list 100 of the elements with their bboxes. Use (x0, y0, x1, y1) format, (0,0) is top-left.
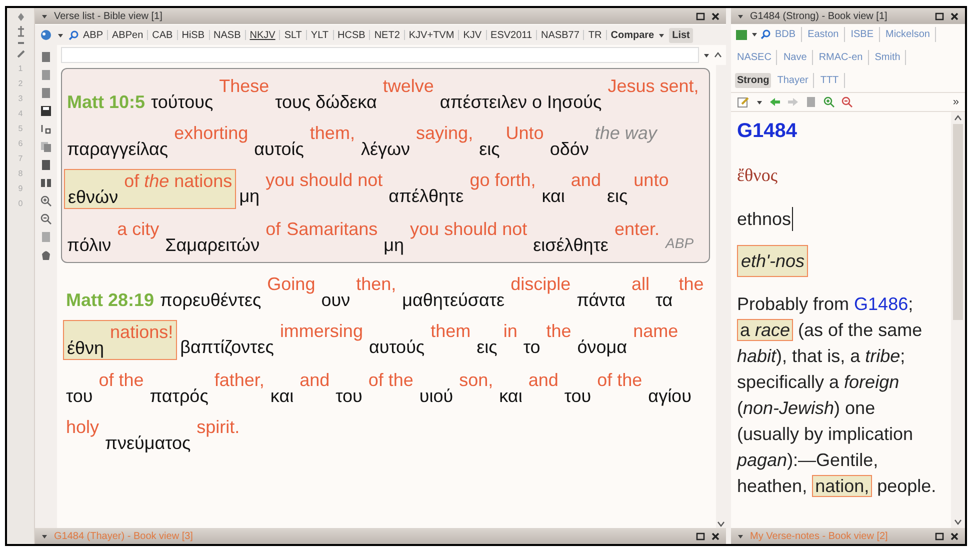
caret-icon[interactable] (703, 52, 710, 58)
maximize-icon[interactable] (935, 532, 944, 540)
gloss-text: them, (310, 122, 355, 144)
gloss-text: Unto (506, 122, 544, 144)
greek-word: οδόν (550, 138, 589, 160)
panel-title: My Verse-notes - Book view [2] (750, 530, 889, 544)
zoom-out-icon[interactable] (841, 96, 853, 108)
greek-word: εις (606, 185, 628, 207)
caret-icon[interactable] (756, 98, 763, 106)
page-icon[interactable] (40, 87, 52, 99)
gloss-text: Going (267, 273, 316, 295)
gloss-text: you should not (410, 218, 528, 240)
translation-link[interactable]: SLT (284, 28, 302, 42)
back-arrow-icon[interactable] (769, 97, 781, 107)
maximize-icon[interactable] (935, 12, 944, 20)
strong-link[interactable]: G1486 (854, 294, 908, 314)
translation-link[interactable]: YLT (310, 28, 329, 42)
greek-word: παραγγείλας (67, 138, 168, 160)
translation-link[interactable]: NASB (214, 28, 241, 42)
greek-word: εθνών (68, 186, 118, 208)
gloss-text: in (503, 320, 518, 342)
greek-word: ουν (321, 289, 350, 311)
gloss-text: spirit. (196, 416, 240, 438)
translation-link[interactable]: TR (588, 28, 602, 42)
greek-word: πάντα (576, 289, 626, 311)
caret-icon[interactable] (751, 31, 758, 38)
greek-word: του (336, 385, 362, 407)
caret-icon[interactable] (57, 32, 64, 38)
zoom-in-icon[interactable] (40, 195, 52, 207)
caret-icon[interactable] (737, 532, 744, 540)
gloss-text: disciple (510, 273, 571, 295)
gloss-text: nations! (110, 321, 174, 343)
gloss-text: the (546, 320, 572, 342)
scroll-up-icon[interactable] (954, 114, 962, 122)
greek-word: του (564, 385, 592, 407)
greek-word: του (66, 385, 93, 407)
transliteration: ethnos (737, 207, 794, 231)
greek-word: αυτοίς (254, 138, 304, 160)
greek-word: εις (479, 138, 500, 160)
compare-dropdown[interactable]: Compare (610, 28, 654, 42)
save-icon[interactable] (40, 105, 52, 117)
maximize-icon[interactable] (696, 532, 705, 540)
gloss-text: saying, (416, 122, 474, 144)
caret-icon[interactable] (41, 12, 48, 20)
scroll-down-icon[interactable] (717, 520, 725, 528)
verse-reference: Matt 28:19 (66, 289, 154, 311)
gloss-text: of the nations (124, 170, 232, 192)
pencil-icon[interactable] (16, 49, 26, 59)
page-icon[interactable] (40, 159, 52, 171)
translation-link[interactable]: NASB77 (541, 28, 580, 42)
close-icon[interactable] (711, 12, 720, 20)
close-icon[interactable] (711, 532, 720, 540)
scroll-up-icon[interactable] (714, 51, 722, 59)
translation-link[interactable]: KJV+TVM (408, 28, 454, 42)
translation-link[interactable]: NKJV (250, 28, 276, 42)
verse-reference: Matt 10:5 (67, 91, 146, 113)
entry-number: G1484 (737, 119, 798, 144)
greek-word: έθνη (67, 337, 104, 359)
zoom-in-icon[interactable] (823, 96, 835, 108)
scroll-down-icon[interactable] (954, 518, 962, 526)
translation-link[interactable]: ESV2011 (490, 28, 532, 42)
close-icon[interactable] (950, 532, 959, 540)
translation-link[interactable]: KJV (463, 28, 482, 42)
maximize-icon[interactable] (696, 12, 705, 20)
greek-word: όνομα (577, 336, 628, 358)
gloss-text: immersing (280, 320, 363, 342)
overflow-chevron[interactable]: » (952, 94, 959, 110)
translation-link[interactable]: HiSB (182, 28, 205, 42)
search-icon[interactable] (760, 29, 771, 40)
copy-icon[interactable] (40, 141, 52, 153)
gloss-text: and (528, 369, 558, 391)
translation-link[interactable]: CAB (152, 28, 173, 42)
pronunciation: eth'-nos (737, 245, 808, 277)
book-tab[interactable]: Strong (735, 73, 772, 88)
list-toggle[interactable]: List (669, 28, 693, 42)
gloss-text: and (300, 369, 330, 391)
caret-icon[interactable] (658, 32, 666, 38)
greek-word: αγίου (648, 385, 692, 407)
translation-link[interactable]: NET2 (374, 28, 400, 42)
caret-icon[interactable] (41, 532, 48, 540)
translation-link[interactable]: ABP (83, 28, 104, 42)
gloss-text: the (678, 273, 704, 295)
greek-word: και (542, 185, 565, 207)
greek-word: απέστειλεν ο Ιησούς (440, 91, 602, 113)
columns-icon[interactable] (40, 177, 52, 189)
search-icon[interactable] (68, 30, 79, 40)
translation-link[interactable]: HCSB (338, 28, 366, 42)
zoom-out-icon[interactable] (40, 213, 52, 225)
scrollbar-thumb[interactable] (953, 124, 963, 320)
greek-word: εις (476, 336, 498, 358)
text-icon[interactable] (40, 123, 52, 135)
caret-icon[interactable] (737, 12, 744, 20)
search-input[interactable] (61, 47, 699, 63)
page-icon[interactable] (40, 51, 52, 63)
minus-icon[interactable] (16, 40, 26, 46)
translation-link[interactable]: ABPen (112, 28, 144, 42)
panel-title: G1484 (Strong) - Book view [1] (750, 10, 888, 24)
edit-icon[interactable] (737, 96, 750, 108)
close-icon[interactable] (950, 12, 959, 20)
gloss-text: the way (594, 122, 657, 144)
